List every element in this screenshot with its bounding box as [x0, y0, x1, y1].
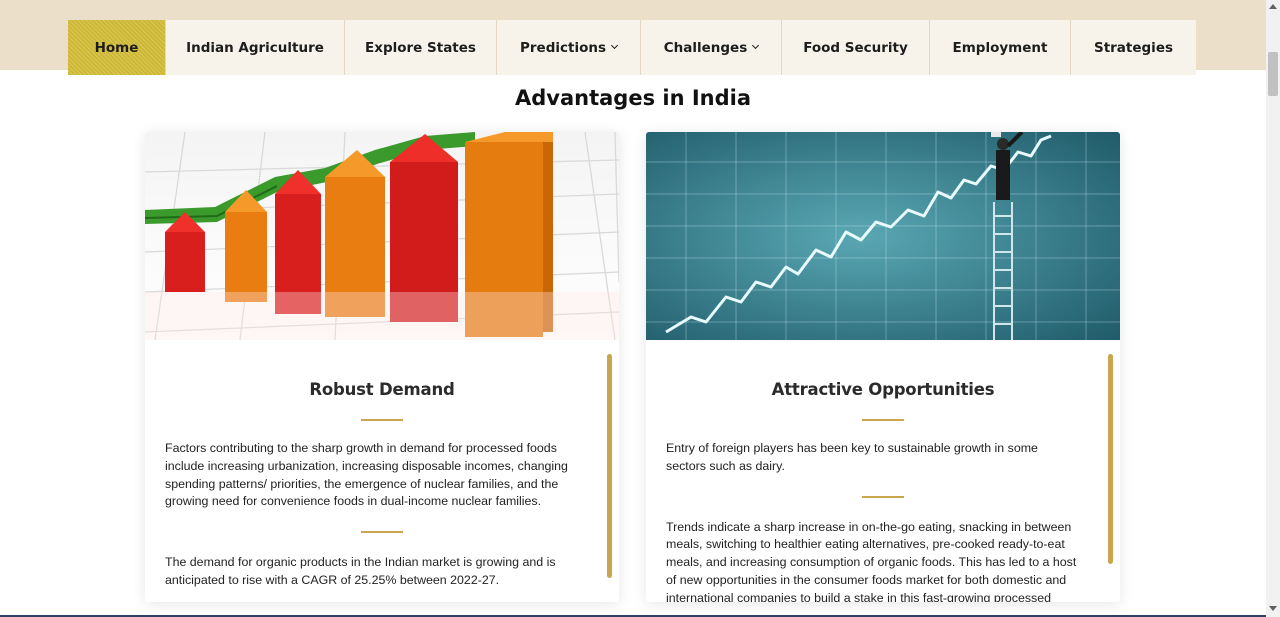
nav-home-label: Home	[94, 39, 139, 56]
main-navbar: Home Indian Agriculture Explore States P…	[68, 20, 1196, 75]
nav-challenges-label: Challenges	[663, 39, 748, 56]
nav-food-security-label: Food Security	[803, 39, 908, 56]
nav-explore-states[interactable]: Explore States	[345, 20, 497, 75]
card-scrollbar-thumb[interactable]	[1108, 354, 1113, 564]
chevron-down-icon	[610, 41, 619, 50]
title-divider	[862, 419, 904, 421]
nav-strategies[interactable]: Strategies	[1071, 20, 1196, 75]
nav-employment-label: Employment	[952, 39, 1048, 56]
scroll-down-arrow-icon[interactable]	[1269, 606, 1277, 611]
section-title: Advantages in India	[514, 86, 751, 110]
paragraph-divider	[862, 495, 904, 498]
page-scrollbar[interactable]	[1266, 0, 1280, 617]
card-paragraph: Entry of foreign players has been key to…	[666, 441, 1038, 473]
title-divider	[361, 419, 403, 421]
nav-strategies-label: Strategies	[1093, 39, 1174, 56]
card-body[interactable]: Robust Demand Factors contributing to th…	[145, 340, 619, 602]
card-robust-demand: Robust Demand Factors contributing to th…	[145, 132, 619, 602]
card-paragraph: Factors contributing to the sharp growth…	[165, 441, 568, 509]
nav-predictions[interactable]: Predictions	[497, 20, 641, 75]
nav-predictions-label: Predictions	[519, 39, 606, 56]
chevron-down-icon	[752, 41, 760, 50]
card-paragraph: Trends indicate a sharp increase in on-t…	[666, 519, 1077, 602]
card-body[interactable]: Attractive Opportunities Entry of foreig…	[646, 340, 1120, 602]
card-title: Attractive Opportunities	[771, 380, 995, 399]
page-scrollbar-thumb[interactable]	[1268, 52, 1278, 96]
scroll-up-arrow-icon[interactable]	[1269, 4, 1277, 9]
growth-bar-chart-image	[145, 132, 619, 340]
card-title: Robust Demand	[309, 380, 455, 399]
nav-indian-agriculture-label: Indian Agriculture	[186, 39, 324, 56]
card-attractive-opportunities: Attractive Opportunities Entry of foreig…	[646, 132, 1120, 602]
card-scrollbar-thumb[interactable]	[607, 354, 612, 578]
nav-employment[interactable]: Employment	[930, 20, 1071, 75]
nav-home[interactable]: Home	[68, 20, 166, 75]
nav-food-security[interactable]: Food Security	[782, 20, 930, 75]
rising-graph-ladder-image	[646, 132, 1120, 340]
paragraph-divider	[361, 531, 403, 534]
nav-challenges[interactable]: Challenges	[641, 20, 782, 75]
nav-indian-agriculture[interactable]: Indian Agriculture	[166, 20, 345, 75]
nav-explore-states-label: Explore States	[365, 39, 476, 56]
card-paragraph: The demand for organic products in the I…	[165, 555, 556, 587]
